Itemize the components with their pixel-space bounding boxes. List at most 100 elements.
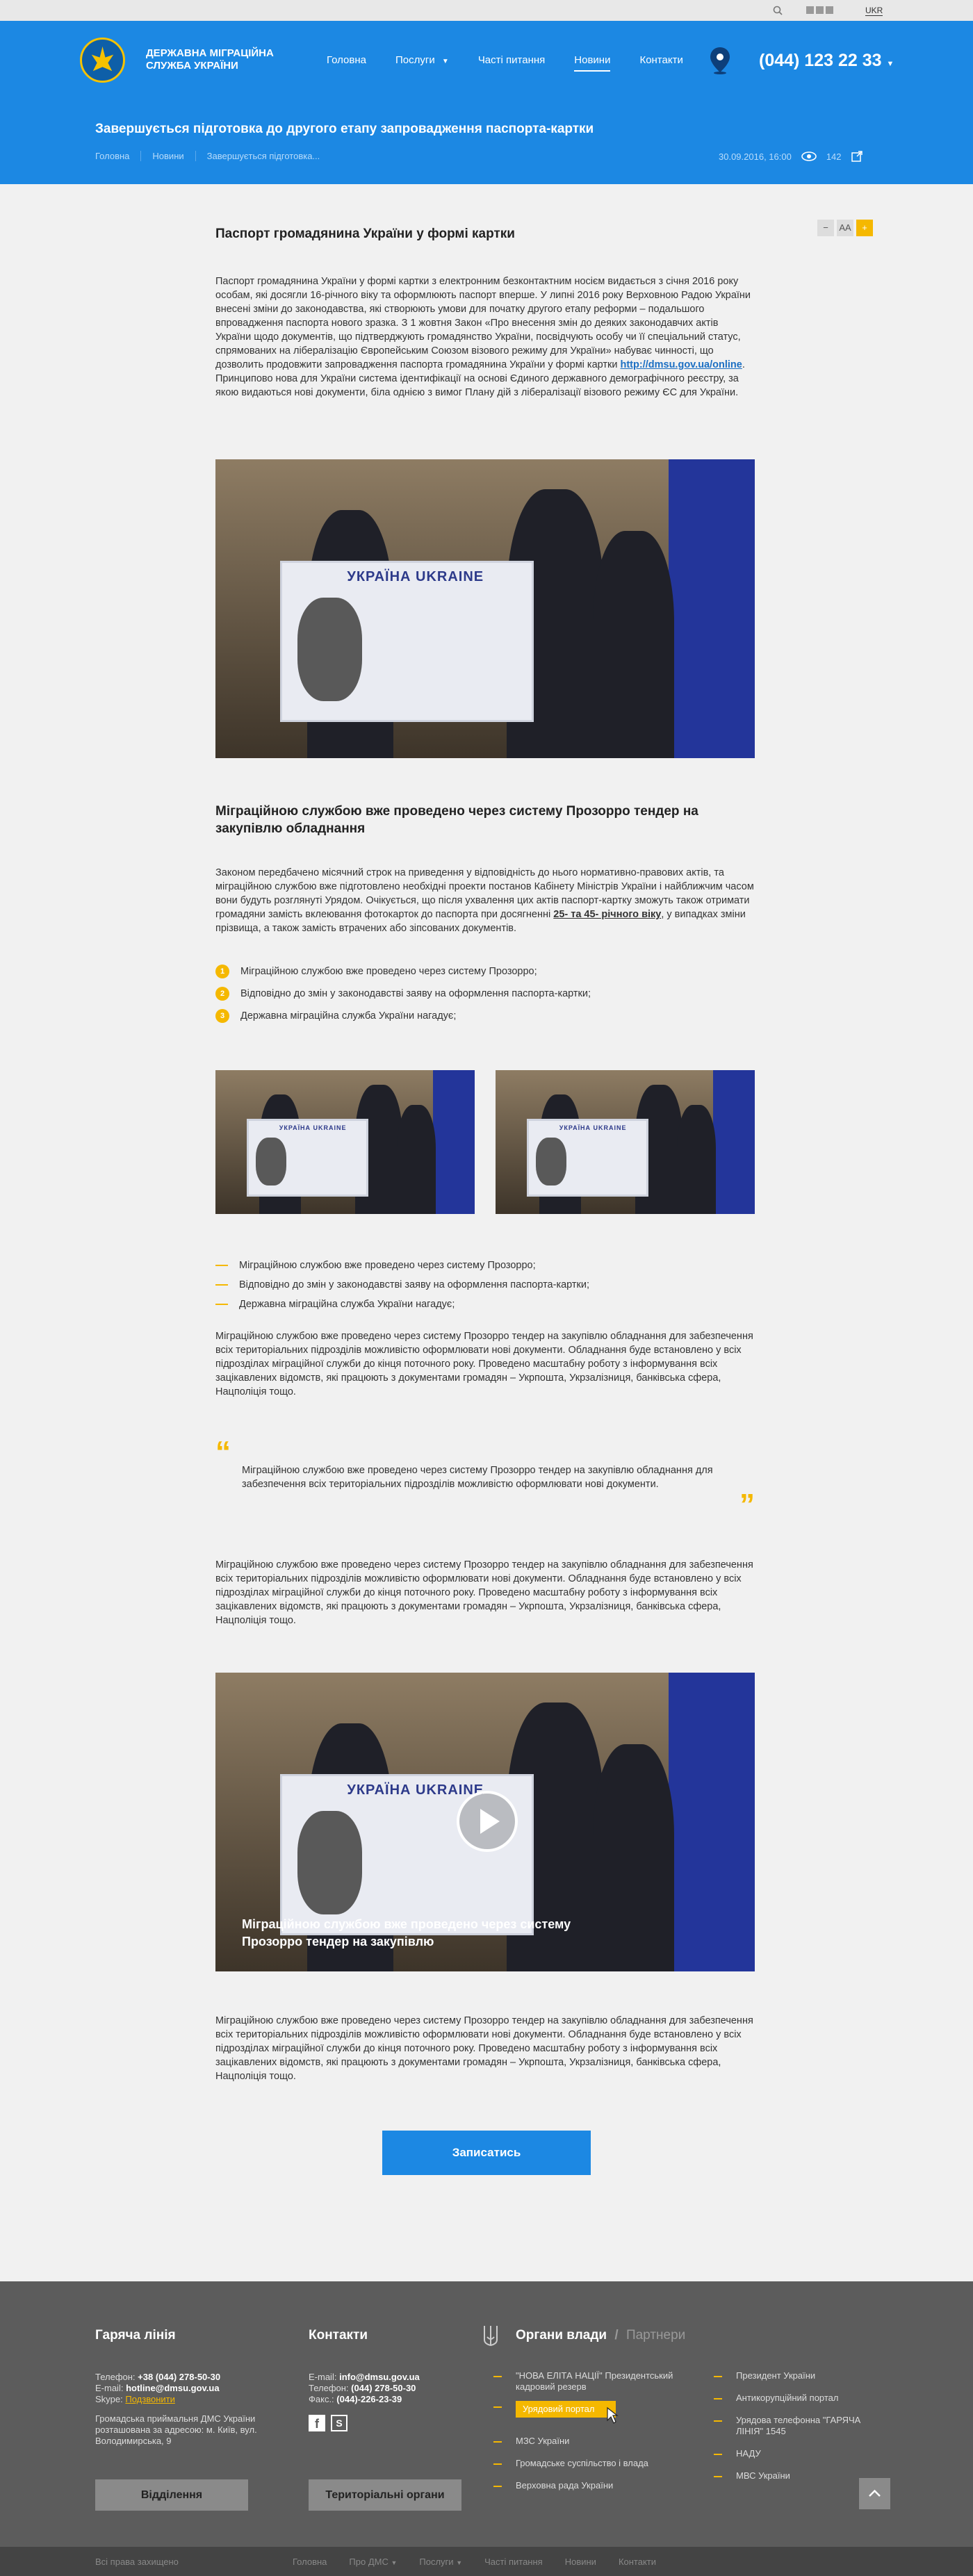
scroll-top-button[interactable] — [859, 2478, 890, 2509]
footer-link-text: "НОВА ЕЛІТА НАЦІЇ" Президентський кадров… — [516, 2370, 673, 2392]
skype-icon[interactable]: S — [331, 2415, 348, 2431]
bottom-nav-about[interactable]: Про ДМС ▼ — [349, 2557, 397, 2567]
footer-link[interactable]: "НОВА ЕЛІТА НАЦІЇ" Президентський кадров… — [493, 2370, 688, 2393]
footer-link-text: Антикорупційний портал — [736, 2393, 839, 2403]
footer-link-text: Громадське суспільство і влада — [516, 2458, 648, 2468]
article-paragraph: Міграційною службою вже проведено через … — [215, 2015, 753, 2082]
footer-link-highlighted[interactable]: Урядовий портал — [493, 2401, 688, 2425]
contacts-phone[interactable]: (044) 278-50-30 — [351, 2383, 416, 2393]
list-item: Державна міграційна служба України нагад… — [215, 1299, 589, 1310]
bullet-dash — [215, 1284, 228, 1286]
list-item-text: Відповідно до змін у законодавстві заяву… — [239, 1279, 590, 1290]
bottom-nav-label: Про ДМС — [349, 2557, 389, 2567]
online-link[interactable]: http://dmsu.gov.ua/online — [621, 359, 742, 370]
breadcrumb-home[interactable]: Головна — [95, 151, 140, 161]
facebook-icon[interactable]: f — [309, 2415, 325, 2431]
departments-button[interactable]: Відділення — [95, 2479, 248, 2511]
bottom-nav-home[interactable]: Головна — [293, 2557, 327, 2567]
territorial-bodies-button[interactable]: Територіальні органи — [309, 2479, 461, 2511]
footer-link-text: Урядова телефонна "ГАРЯЧА ЛІНІЯ" 1545 — [736, 2415, 861, 2436]
hotline-email-link[interactable]: hotline@dmsu.gov.ua — [126, 2383, 220, 2393]
play-icon[interactable] — [455, 1789, 519, 1853]
footer-link-text: МЗС України — [516, 2436, 570, 2446]
contacts-email-link[interactable]: info@dmsu.gov.ua — [339, 2372, 420, 2382]
hotline-title: Гаряча лінія — [95, 2328, 176, 2343]
brand-name[interactable]: ДЕРЖАВНА МІГРАЦІЙНА СЛУЖБА УКРАЇНИ — [146, 47, 299, 72]
list-item: 1 Міграційною службою вже проведено через… — [215, 965, 591, 978]
footer-link[interactable]: Громадське суспільство і влада — [493, 2458, 688, 2469]
label: Факс.: — [309, 2394, 334, 2404]
label: E-mail: — [95, 2383, 124, 2393]
page-title: Завершується підготовка до другого етапу… — [95, 122, 594, 136]
organs-tabs: Органи влади / Партнери — [516, 2328, 685, 2343]
bottom-nav: Головна Про ДМС ▼ Послуги ▼ Часті питанн… — [293, 2557, 656, 2567]
nav-services[interactable]: Послуги ▼ — [395, 54, 449, 72]
bullet-list: Міграційною службою вже проведено через … — [215, 1260, 589, 1318]
hotline-phone[interactable]: (044) 123 22 33 ▼ — [759, 51, 894, 71]
footer-link[interactable]: Урядова телефонна "ГАРЯЧА ЛІНІЯ" 1545 — [714, 2415, 867, 2437]
hotline-footer-phone[interactable]: +38 (044) 278-50-30 — [138, 2372, 220, 2382]
bottom-nav-contacts[interactable]: Контакти — [619, 2557, 656, 2567]
nav-faq[interactable]: Часті питання — [478, 54, 545, 72]
chevron-down-icon: ▼ — [886, 60, 894, 68]
breadcrumb-news[interactable]: Новини — [140, 151, 195, 161]
font-decrease-button[interactable]: − — [817, 220, 834, 236]
nav-news[interactable]: Новини — [574, 54, 611, 72]
footer-link[interactable]: МВС України — [714, 2470, 867, 2481]
bottom-nav-faq[interactable]: Часті питання — [484, 2557, 543, 2567]
eye-icon — [801, 151, 817, 161]
organs-column-1: "НОВА ЕЛІТА НАЦІЇ" Президентський кадров… — [493, 2370, 688, 2502]
link-dash — [493, 2486, 502, 2487]
article-paragraph: Паспорт громадянина України у формі карт… — [215, 274, 755, 400]
footer-link[interactable]: Верховна рада України — [493, 2480, 688, 2491]
phone-number: (044) 123 22 33 — [759, 51, 882, 70]
tab-organs[interactable]: Органи влади — [516, 2328, 607, 2343]
tab-partners[interactable]: Партнери — [626, 2328, 685, 2343]
logo[interactable] — [80, 38, 125, 83]
label: E-mail: — [309, 2372, 337, 2382]
signup-button[interactable]: Записатись — [382, 2131, 591, 2175]
trident-icon — [484, 2326, 498, 2347]
video-player[interactable]: УКРАЇНА UKRAINE Міграційною службою вже … — [215, 1673, 755, 1971]
bottom-nav-services[interactable]: Послуги ▼ — [419, 2557, 462, 2567]
search-icon[interactable] — [773, 6, 783, 15]
language-switch[interactable]: UKR — [865, 6, 883, 16]
label: Телефон: — [95, 2372, 136, 2382]
contacts-phone-line: Телефон: (044) 278-50-30 — [309, 2383, 475, 2394]
font-reset-button[interactable]: AA — [837, 220, 853, 236]
contacts-info: E-mail: info@dmsu.gov.ua Телефон: (044) … — [309, 2372, 475, 2431]
list-item: 3 Державна міграційна служба України нага… — [215, 1009, 591, 1023]
card-heading: УКРАЇНА UKRAINE — [559, 1124, 627, 1131]
bullet-dash — [215, 1265, 228, 1266]
blockquote: “ Міграційною службою вже проведено чере… — [215, 1437, 755, 1520]
nav-home[interactable]: Головна — [327, 54, 366, 72]
site-header: ДЕРЖАВНА МІГРАЦІЙНА СЛУЖБА УКРАЇНИ Голов… — [0, 21, 973, 184]
font-increase-button[interactable]: + — [856, 220, 873, 236]
organs-column-2: Президент України Антикорупційний портал… — [714, 2370, 867, 2493]
nav-contacts[interactable]: Контакти — [639, 54, 682, 72]
bottom-nav-news[interactable]: Новини — [565, 2557, 596, 2567]
footer: Гаряча лінія Телефон: +38 (044) 278-50-3… — [0, 2281, 973, 2547]
footer-link[interactable]: Антикорупційний портал — [714, 2393, 867, 2404]
tab-separator: / — [614, 2328, 619, 2343]
footer-link[interactable]: НАДУ — [714, 2448, 867, 2459]
hotline-info: Телефон: +38 (044) 278-50-30 E-mail: hot… — [95, 2372, 283, 2447]
font-size-controls: − AA + — [817, 220, 873, 236]
footer-link[interactable]: Президент України — [714, 2370, 867, 2381]
map-pin-icon[interactable] — [708, 46, 733, 75]
list-number: 3 — [215, 1009, 229, 1023]
bullet-dash — [215, 1304, 228, 1305]
list-item: Міграційною службою вже проведено через … — [215, 1260, 589, 1271]
footer-link[interactable]: МЗС України — [493, 2436, 688, 2447]
share-icon[interactable] — [851, 151, 862, 162]
hotline-phone-line: Телефон: +38 (044) 278-50-30 — [95, 2372, 283, 2383]
accessibility-icons[interactable] — [806, 6, 833, 14]
contacts-title: Контакти — [309, 2328, 368, 2343]
gallery-photo[interactable]: УКРАЇНА UKRAINE — [496, 1070, 755, 1214]
list-item-text: Міграційною службою вже проведено через … — [239, 1260, 536, 1271]
article-meta: 30.09.2016, 16:00 142 — [719, 151, 862, 162]
skype-call-link[interactable]: Подзвонити — [125, 2394, 174, 2404]
nav-services-label: Послуги — [395, 54, 435, 66]
gallery-photo[interactable]: УКРАЇНА UKRAINE — [215, 1070, 475, 1214]
quote-open-icon: “ — [215, 1435, 231, 1469]
